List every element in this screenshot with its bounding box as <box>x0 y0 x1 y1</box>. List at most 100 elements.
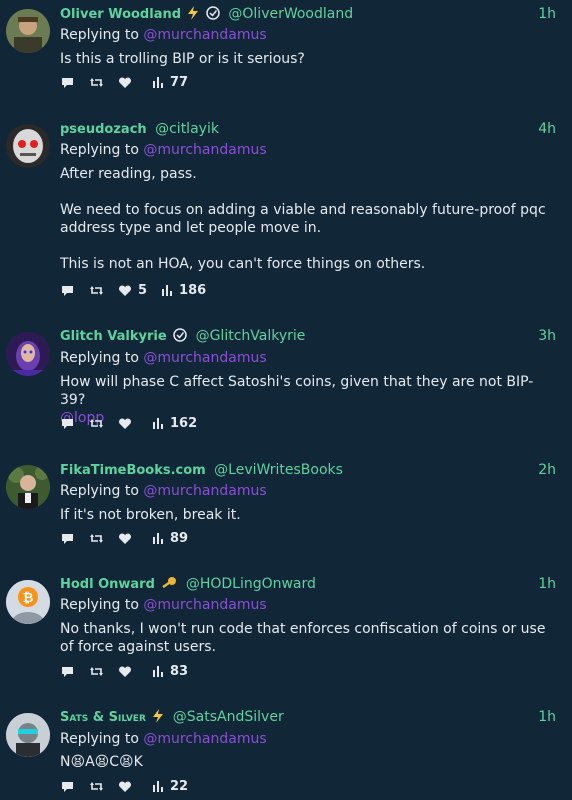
avatar[interactable]: ₿ <box>6 580 50 624</box>
display-name[interactable]: Sats & Silver <box>60 710 146 725</box>
bar-chart-icon <box>153 781 163 792</box>
replying-to-label: Replying to <box>60 483 139 499</box>
user-handle[interactable]: @HODLingOnward <box>186 576 316 592</box>
reply-button[interactable] <box>60 284 75 297</box>
reply-button[interactable] <box>60 417 75 430</box>
replying-to: Replying to @murchandamus <box>60 142 267 158</box>
heart-icon <box>118 284 132 296</box>
reply-button[interactable] <box>60 532 75 545</box>
replying-to-label: Replying to <box>60 731 139 747</box>
replying-to-label: Replying to <box>60 27 139 43</box>
display-name[interactable]: FikaTimeBooks.com <box>60 463 206 478</box>
mention-link[interactable]: @murchandamus <box>143 483 266 499</box>
replying-to-label: Replying to <box>60 142 139 158</box>
reply-icon <box>62 533 73 544</box>
view-count: 83 <box>170 663 189 679</box>
retweet-icon <box>90 666 103 676</box>
mention-link[interactable]: @murchandamus <box>143 350 266 366</box>
action-bar: 22 <box>60 777 202 795</box>
heart-icon <box>118 76 132 88</box>
display-name[interactable]: Glitch Valkyrie <box>60 329 167 344</box>
view-count: 186 <box>179 282 207 298</box>
user-handle[interactable]: @SatsAndSilver <box>173 709 284 725</box>
replying-to: Replying to @murchandamus <box>60 483 267 499</box>
mention-link[interactable]: @murchandamus <box>143 27 266 43</box>
action-bar: 77 <box>60 73 202 91</box>
retweet-button[interactable] <box>89 76 104 89</box>
verified-icon <box>206 6 220 24</box>
reply-icon <box>62 781 73 792</box>
reply-button[interactable] <box>60 76 75 89</box>
like-button[interactable] <box>118 76 138 89</box>
replying-to-label: Replying to <box>60 597 139 613</box>
tweet-text: How will phase C affect Satoshi's coins,… <box>60 374 534 408</box>
like-button[interactable] <box>118 532 138 545</box>
views-button[interactable]: 186 <box>161 283 206 298</box>
retweet-button[interactable] <box>89 532 104 545</box>
like-button[interactable]: 5 <box>118 283 147 298</box>
tweet-text: We need to focus on adding a viable and … <box>60 202 546 236</box>
views-button[interactable]: 89 <box>152 531 188 546</box>
avatar[interactable] <box>6 124 50 168</box>
retweet-button[interactable] <box>89 417 104 430</box>
tweet-body: If it's not broken, break it. <box>60 506 552 524</box>
tweet-body: Is this a trolling BIP or is it serious? <box>60 50 552 68</box>
replying-to: Replying to @murchandamus <box>60 350 267 366</box>
user-handle[interactable]: @LeviWritesBooks <box>214 462 343 478</box>
avatar[interactable] <box>6 465 50 509</box>
tweet-text: No thanks, I won't run code that enforce… <box>60 621 546 655</box>
reply-icon <box>62 285 73 296</box>
replying-to-label: Replying to <box>60 350 139 366</box>
retweet-icon <box>90 285 103 295</box>
bar-chart-icon <box>153 418 163 429</box>
user-handle[interactable]: @OliverWoodland <box>228 6 353 22</box>
avatar[interactable] <box>6 332 50 376</box>
display-name[interactable]: pseudozach <box>60 122 147 137</box>
retweet-button[interactable] <box>89 284 104 297</box>
timestamp[interactable]: 1h <box>538 576 556 592</box>
user-handle[interactable]: @citlayik <box>155 121 219 137</box>
reply-icon <box>62 77 73 88</box>
like-button[interactable] <box>118 665 138 678</box>
avatar[interactable] <box>6 713 50 757</box>
timestamp[interactable]: 1h <box>538 709 556 725</box>
timestamp[interactable]: 4h <box>538 121 556 137</box>
retweet-button[interactable] <box>89 665 104 678</box>
views-button[interactable]: 162 <box>152 416 197 431</box>
mention-link[interactable]: @murchandamus <box>143 731 266 747</box>
display-name[interactable]: Oliver Woodland <box>60 7 181 22</box>
bar-chart-icon <box>153 666 163 677</box>
lightning-icon <box>187 6 199 24</box>
timestamp[interactable]: 1h <box>538 6 556 22</box>
like-count: 5 <box>138 282 148 298</box>
heart-icon <box>118 665 132 677</box>
retweet-button[interactable] <box>89 780 104 793</box>
mention-link[interactable]: @murchandamus <box>143 597 266 613</box>
like-button[interactable] <box>118 780 138 793</box>
views-button[interactable]: 83 <box>152 664 188 679</box>
like-button[interactable] <box>118 417 138 430</box>
timestamp[interactable]: 2h <box>538 462 556 478</box>
reply-button[interactable] <box>60 665 75 678</box>
view-count: 22 <box>170 778 189 794</box>
user-handle[interactable]: @GlitchValkyrie <box>196 328 306 344</box>
bar-chart-icon <box>153 533 163 544</box>
action-bar: 83 <box>60 662 202 680</box>
svg-text:₿: ₿ <box>23 591 34 606</box>
retweet-icon <box>90 781 103 791</box>
avatar[interactable] <box>6 9 50 53</box>
action-bar: 5 186 <box>60 281 220 299</box>
tweet-text: N😫A😫C😫K <box>60 754 143 770</box>
view-count: 162 <box>170 415 198 431</box>
key-icon <box>161 576 177 594</box>
retweet-icon <box>90 418 103 428</box>
mention-link[interactable]: @murchandamus <box>143 142 266 158</box>
display-name[interactable]: Hodl Onward <box>60 577 155 592</box>
timestamp[interactable]: 3h <box>538 328 556 344</box>
views-button[interactable]: 77 <box>152 75 188 90</box>
reply-button[interactable] <box>60 780 75 793</box>
views-button[interactable]: 22 <box>152 779 188 794</box>
tweet-body: N😫A😫C😫K <box>60 753 552 771</box>
action-bar: 162 <box>60 414 211 432</box>
tweet-text: After reading, pass. <box>60 166 197 182</box>
